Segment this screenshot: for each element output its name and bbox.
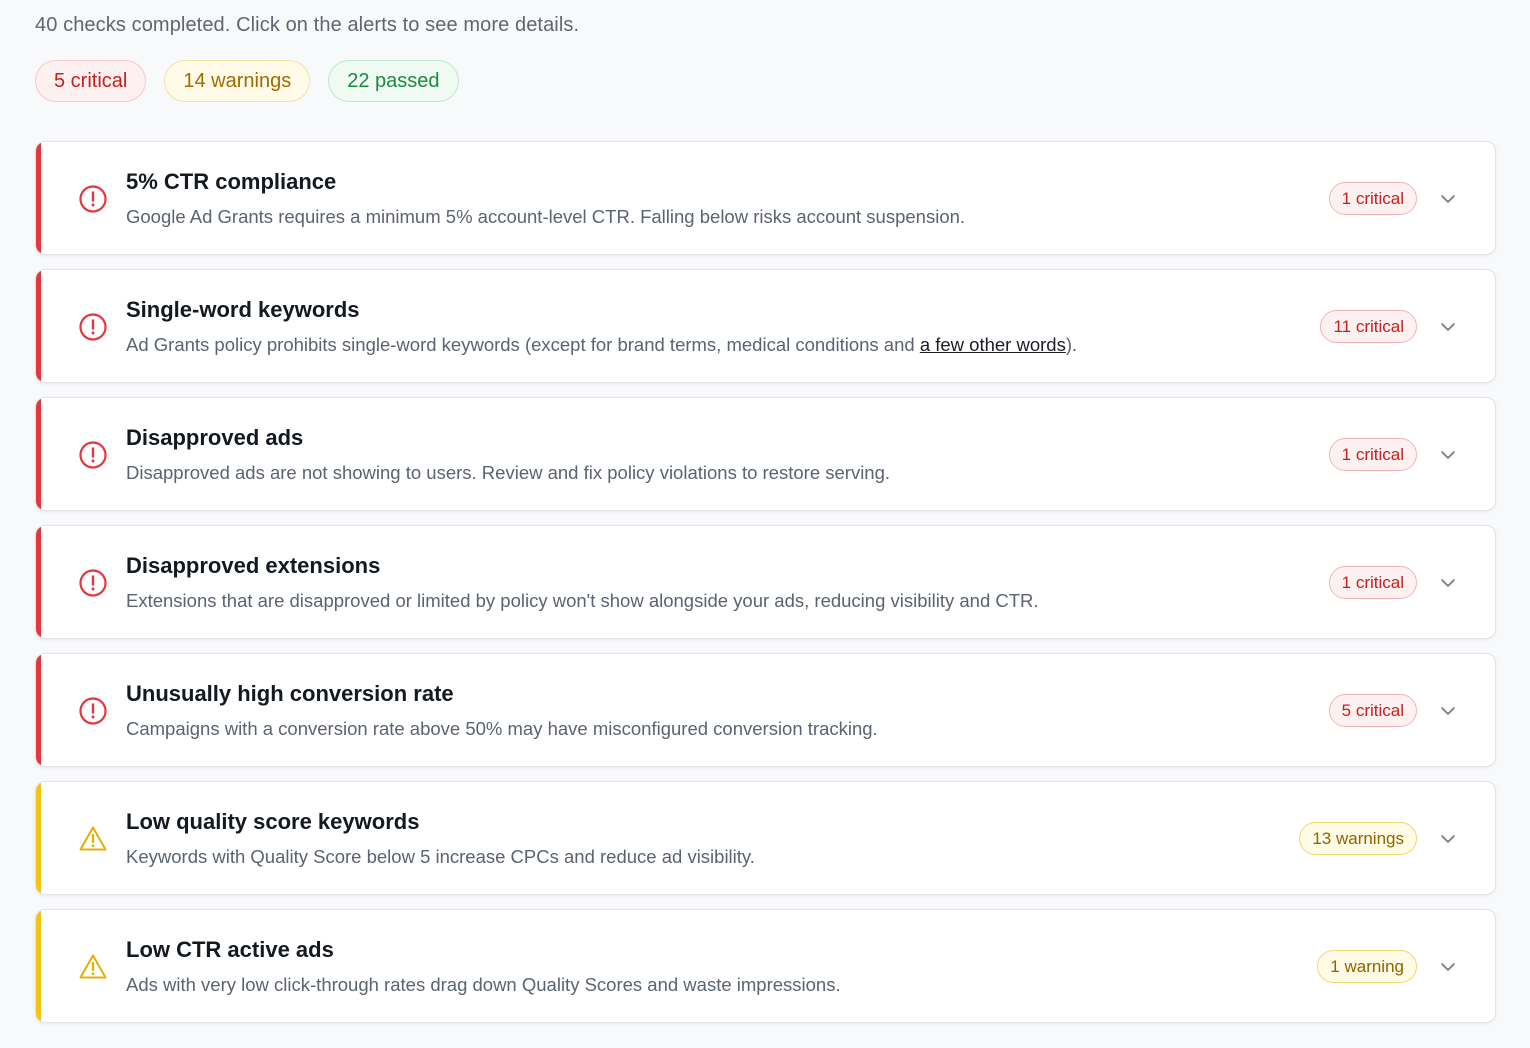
- description-text: Ad Grants policy prohibits single-word k…: [126, 334, 920, 355]
- chevron-down-icon[interactable]: [1439, 702, 1457, 720]
- severity-stripe: [36, 270, 41, 382]
- check-description: Extensions that are disapproved or limit…: [126, 590, 1039, 611]
- check-card-disapproved-extensions[interactable]: Disapproved extensions Extensions that a…: [35, 525, 1496, 639]
- check-count-badge: 1 critical: [1328, 566, 1417, 599]
- check-description: Disapproved ads are not showing to users…: [126, 462, 891, 483]
- check-card-high-conversion-rate[interactable]: Unusually high conversion rate Campaigns…: [35, 653, 1496, 767]
- chevron-down-icon[interactable]: [1439, 958, 1457, 976]
- severity-stripe: [36, 526, 41, 638]
- check-description: Campaigns with a conversion rate above 5…: [126, 718, 878, 739]
- description-text-end: ).: [1065, 334, 1078, 355]
- critical-count-pill[interactable]: 5 critical: [35, 60, 147, 102]
- check-title: Single-word keywords: [126, 297, 360, 322]
- alert-triangle-icon: [79, 826, 107, 851]
- alert-circle-icon: [79, 313, 107, 341]
- check-title: Low quality score keywords: [126, 809, 420, 834]
- check-title: 5% CTR compliance: [126, 169, 337, 194]
- check-description: Ad Grants policy prohibits single-word k…: [126, 334, 1077, 356]
- severity-stripe: [36, 398, 41, 510]
- alert-circle-icon: [79, 697, 107, 725]
- check-count-badge: 11 critical: [1320, 310, 1417, 343]
- check-card-single-word-keywords[interactable]: Single-word keywords Ad Grants policy pr…: [35, 269, 1496, 383]
- check-card-disapproved-ads[interactable]: Disapproved ads Disapproved ads are not …: [35, 397, 1496, 511]
- check-count-badge: 1 critical: [1328, 438, 1417, 471]
- severity-stripe: [36, 782, 41, 894]
- check-title: Low CTR active ads: [126, 937, 334, 962]
- check-description: Google Ad Grants requires a minimum 5% a…: [126, 206, 966, 227]
- summary-text: 40 checks completed. Click on the alerts…: [35, 14, 580, 36]
- few-other-words-link[interactable]: a few other words: [920, 334, 1066, 355]
- check-card-low-quality-score[interactable]: Low quality score keywords Keywords with…: [35, 781, 1496, 895]
- check-card-low-ctr-ads[interactable]: Low CTR active ads Ads with very low cli…: [35, 909, 1496, 1023]
- check-list: 5% CTR compliance Google Ad Grants requi…: [35, 141, 1496, 1037]
- chevron-down-icon[interactable]: [1439, 830, 1457, 848]
- check-count-badge: 13 warnings: [1299, 822, 1417, 855]
- alert-circle-icon: [79, 441, 107, 469]
- severity-stripe: [36, 654, 41, 766]
- warnings-count-pill[interactable]: 14 warnings: [164, 60, 311, 102]
- check-description: Keywords with Quality Score below 5 incr…: [126, 846, 755, 867]
- alert-circle-icon: [79, 185, 107, 213]
- check-count-badge: 1 warning: [1317, 950, 1417, 983]
- severity-stripe: [36, 142, 41, 254]
- alert-circle-icon: [79, 569, 107, 597]
- chevron-down-icon[interactable]: [1439, 574, 1457, 592]
- check-card-ctr-compliance[interactable]: 5% CTR compliance Google Ad Grants requi…: [35, 141, 1496, 255]
- chevron-down-icon[interactable]: [1439, 446, 1457, 464]
- check-title: Unusually high conversion rate: [126, 681, 454, 706]
- severity-filter-row: 5 critical 14 warnings 22 passed: [35, 60, 459, 102]
- passed-count-pill[interactable]: 22 passed: [328, 60, 459, 102]
- check-count-badge: 5 critical: [1328, 694, 1417, 727]
- check-title: Disapproved extensions: [126, 553, 381, 578]
- check-description: Ads with very low click-through rates dr…: [126, 974, 841, 995]
- check-count-badge: 1 critical: [1328, 182, 1417, 215]
- alert-triangle-icon: [79, 954, 107, 979]
- severity-stripe: [36, 910, 41, 1022]
- chevron-down-icon[interactable]: [1439, 318, 1457, 336]
- chevron-down-icon[interactable]: [1439, 190, 1457, 208]
- check-title: Disapproved ads: [126, 425, 304, 450]
